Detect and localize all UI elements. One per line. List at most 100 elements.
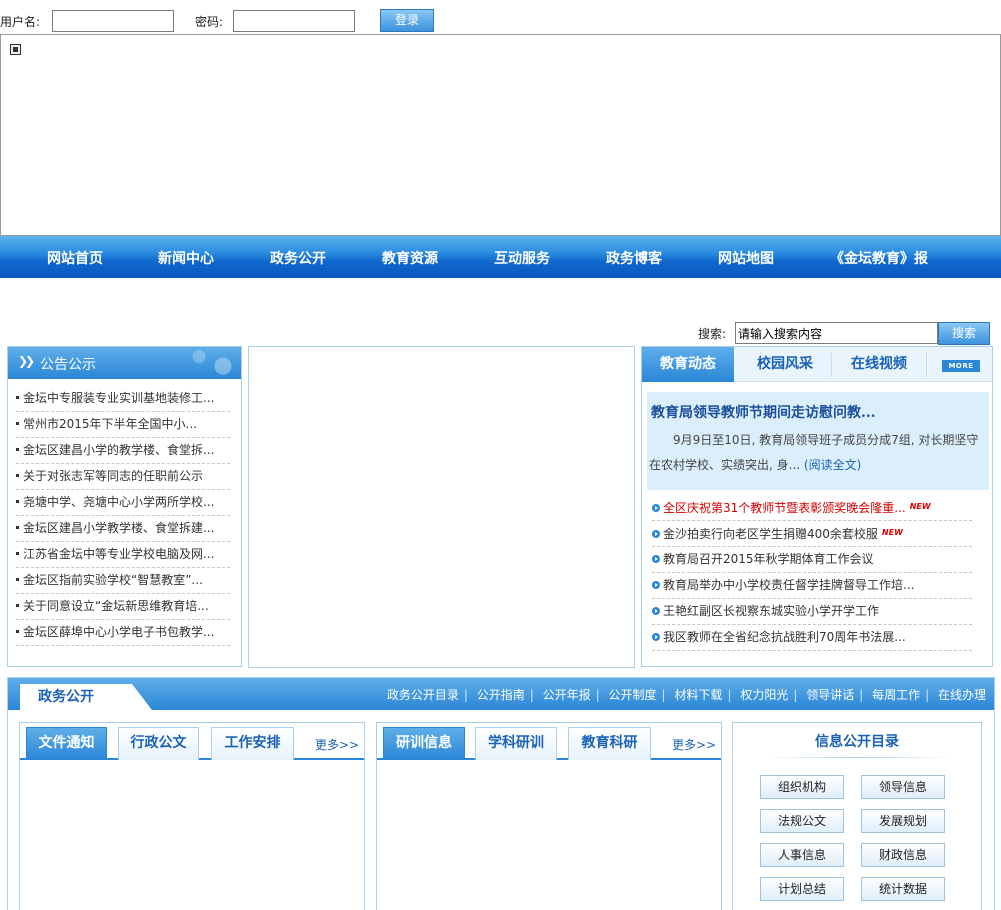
info-directory-panel: 信息公开目录 组织机构 领导信息 法规公文 发展规划 人事信息 财政信息 计划总… bbox=[732, 722, 982, 910]
bullet-icon bbox=[16, 551, 19, 555]
gov-link[interactable]: 权力阳光 bbox=[740, 688, 788, 702]
gov-title: 政务公开 bbox=[20, 684, 152, 710]
gov-link[interactable]: 材料下载 bbox=[674, 688, 722, 702]
list-item[interactable]: 金坛区薛埠中心小学电子书包教学... bbox=[16, 620, 230, 646]
tab-work-schedule[interactable]: 工作安排 bbox=[211, 727, 294, 760]
bullet-icon bbox=[16, 473, 19, 477]
tab-subject-training[interactable]: 学科研训 bbox=[475, 727, 557, 760]
double-arrow-icon: ❯❯ bbox=[18, 354, 35, 368]
list-item[interactable]: 尧塘中学、尧塘中心小学两所学校... bbox=[16, 490, 230, 516]
bullet-icon bbox=[16, 395, 19, 399]
tab-education-news[interactable]: 教育动态 bbox=[642, 347, 734, 382]
list-item[interactable]: 关于对张志军等同志的任职前公示 bbox=[16, 464, 230, 490]
feature-title[interactable]: 教育局领导教师节期间走访慰问教... bbox=[651, 402, 876, 422]
gov-link[interactable]: 公开指南 bbox=[477, 688, 525, 702]
divider bbox=[763, 757, 953, 758]
news-tabs: 教育动态 校园风采 在线视频 MORE bbox=[642, 347, 992, 382]
gov-bar: 政务公开 政务公开目录 | 公开指南 | 公开年报 | 公开制度 | 材料下载 | 权力阳… bbox=[8, 678, 994, 710]
bullet-icon bbox=[16, 525, 19, 529]
feature-story: 教育局领导教师节期间走访慰问教... 9月9日至10日, 教育局领导班子成员分成… bbox=[647, 392, 989, 490]
list-item[interactable]: 王艳红副区长视察东城实验小学开学工作 bbox=[652, 599, 972, 625]
list-item[interactable]: 我区教师在全省纪念抗战胜利70周年书法展... bbox=[652, 625, 972, 651]
list-item[interactable]: 江苏省金坛中等专业学校电脑及网... bbox=[16, 542, 230, 568]
search-label: 搜索: bbox=[698, 327, 727, 341]
nav-item-interactive[interactable]: 互动服务 bbox=[494, 248, 550, 268]
tab-training-info[interactable]: 研训信息 bbox=[383, 727, 465, 760]
info-button-summary[interactable]: 计划总结 bbox=[760, 877, 844, 901]
slideshow-panel bbox=[248, 346, 635, 668]
list-item[interactable]: 金沙拍卖行向老区学生捐赠400余套校服 NEW bbox=[652, 521, 972, 547]
password-label: 密码: bbox=[195, 15, 224, 29]
gov-link[interactable]: 公开制度 bbox=[609, 688, 657, 702]
nav-item-resources[interactable]: 教育资源 bbox=[382, 248, 438, 268]
main-nav: 网站首页 新闻中心 政务公开 教育资源 互动服务 政务博客 网站地图 《金坛教育… bbox=[0, 236, 1001, 278]
username-label: 用户名: bbox=[0, 15, 41, 29]
arrow-circle-icon bbox=[652, 581, 660, 589]
nav-item-blog[interactable]: 政务博客 bbox=[606, 248, 662, 268]
info-button-planning[interactable]: 发展规划 bbox=[861, 809, 945, 833]
news-panel: 教育动态 校园风采 在线视频 MORE 教育局领导教师节期间走访慰问教... 9… bbox=[641, 346, 993, 667]
nav-item-news[interactable]: 新闻中心 bbox=[158, 248, 214, 268]
info-button-regulations[interactable]: 法规公文 bbox=[760, 809, 844, 833]
more-link[interactable]: 更多>> bbox=[315, 736, 359, 753]
tab-video[interactable]: 在线视频 bbox=[832, 347, 926, 382]
login-button[interactable]: 登录 bbox=[380, 9, 434, 32]
research-tabs: 研训信息 学科研训 教育科研 更多>> bbox=[377, 723, 721, 760]
info-button-personnel[interactable]: 人事信息 bbox=[760, 843, 844, 867]
info-button-finance[interactable]: 财政信息 bbox=[861, 843, 945, 867]
info-button-leaders[interactable]: 领导信息 bbox=[861, 775, 945, 799]
notice-panel: ❯❯ 公告公示 金坛中专服装专业实训基地装修工... 常州市2015年下半年全国… bbox=[7, 346, 242, 667]
tab-education-research[interactable]: 教育科研 bbox=[568, 727, 651, 760]
bullet-icon bbox=[16, 577, 19, 581]
more-button[interactable]: MORE bbox=[942, 360, 980, 372]
bullet-icon bbox=[16, 421, 19, 425]
list-item[interactable]: 金坛区建昌小学教学楼、食堂拆建... bbox=[16, 516, 230, 542]
list-item[interactable]: 全区庆祝第31个教师节暨表彰颁奖晚会隆重... NEW bbox=[652, 495, 972, 521]
username-input[interactable] bbox=[52, 10, 174, 32]
info-title: 信息公开目录 bbox=[815, 734, 899, 750]
search-button[interactable]: 搜索 bbox=[938, 322, 990, 345]
list-item[interactable]: 金坛区建昌小学的教学楼、食堂拆... bbox=[16, 438, 230, 464]
tab-file-notices[interactable]: 文件通知 bbox=[26, 727, 107, 760]
list-item[interactable]: 教育局召开2015年秋学期体育工作会议 bbox=[652, 547, 972, 573]
notice-header: ❯❯ 公告公示 bbox=[8, 347, 241, 379]
tab-admin-docs[interactable]: 行政公文 bbox=[118, 727, 199, 760]
nav-item-newspaper[interactable]: 《金坛教育》报 bbox=[830, 248, 928, 268]
password-input[interactable] bbox=[233, 10, 355, 32]
new-badge: NEW bbox=[881, 528, 903, 537]
cloud-decoration bbox=[181, 347, 241, 379]
more-link[interactable]: 更多>> bbox=[672, 736, 716, 753]
arrow-circle-icon bbox=[652, 555, 660, 563]
info-button-org[interactable]: 组织机构 bbox=[760, 775, 844, 799]
bullet-icon bbox=[16, 603, 19, 607]
list-item[interactable]: 金坛区指前实验学校“智慧教室”... bbox=[16, 568, 230, 594]
news-list: 全区庆祝第31个教师节暨表彰颁奖晚会隆重... NEW 金沙拍卖行向老区学生捐赠4… bbox=[652, 495, 972, 651]
research-panel: 研训信息 学科研训 教育科研 更多>> bbox=[376, 722, 722, 910]
login-bar: 用户名: 密码: 登录 bbox=[0, 0, 1001, 36]
nav-item-gov[interactable]: 政务公开 bbox=[270, 248, 326, 268]
gov-link[interactable]: 公开年报 bbox=[543, 688, 591, 702]
info-button-statistics[interactable]: 统计数据 bbox=[861, 877, 945, 901]
nav-item-home[interactable]: 网站首页 bbox=[47, 248, 103, 268]
gov-links: 政务公开目录 | 公开指南 | 公开年报 | 公开制度 | 材料下载 | 权力阳光 | 领导… bbox=[386, 688, 986, 702]
documents-panel: 文件通知 行政公文 工作安排 更多>> bbox=[19, 722, 365, 910]
list-item[interactable]: 金坛中专服装专业实训基地装修工... bbox=[16, 386, 230, 412]
list-item[interactable]: 教育局举办中小学校责任督学挂牌督导工作培... bbox=[652, 573, 972, 599]
list-item[interactable]: 常州市2015年下半年全国中小... bbox=[16, 412, 230, 438]
arrow-circle-icon bbox=[652, 607, 660, 615]
tab-divider bbox=[926, 353, 927, 377]
gov-link[interactable]: 在线办理 bbox=[938, 688, 986, 702]
documents-tabs: 文件通知 行政公文 工作安排 更多>> bbox=[20, 723, 364, 760]
gov-link[interactable]: 领导讲话 bbox=[806, 688, 854, 702]
nav-item-sitemap[interactable]: 网站地图 bbox=[718, 248, 774, 268]
search-input[interactable] bbox=[735, 322, 938, 344]
bullet-icon bbox=[16, 499, 19, 503]
list-item[interactable]: 关于同意设立“金坛新思维教育培... bbox=[16, 594, 230, 620]
gov-link[interactable]: 每周工作 bbox=[872, 688, 920, 702]
arrow-circle-icon bbox=[652, 504, 660, 512]
gov-link[interactable]: 政务公开目录 bbox=[387, 688, 459, 702]
broken-image-icon bbox=[10, 44, 21, 55]
tab-campus[interactable]: 校园风采 bbox=[738, 347, 832, 382]
read-more-link[interactable]: (阅读全文) bbox=[804, 458, 861, 472]
bullet-icon bbox=[16, 629, 19, 633]
